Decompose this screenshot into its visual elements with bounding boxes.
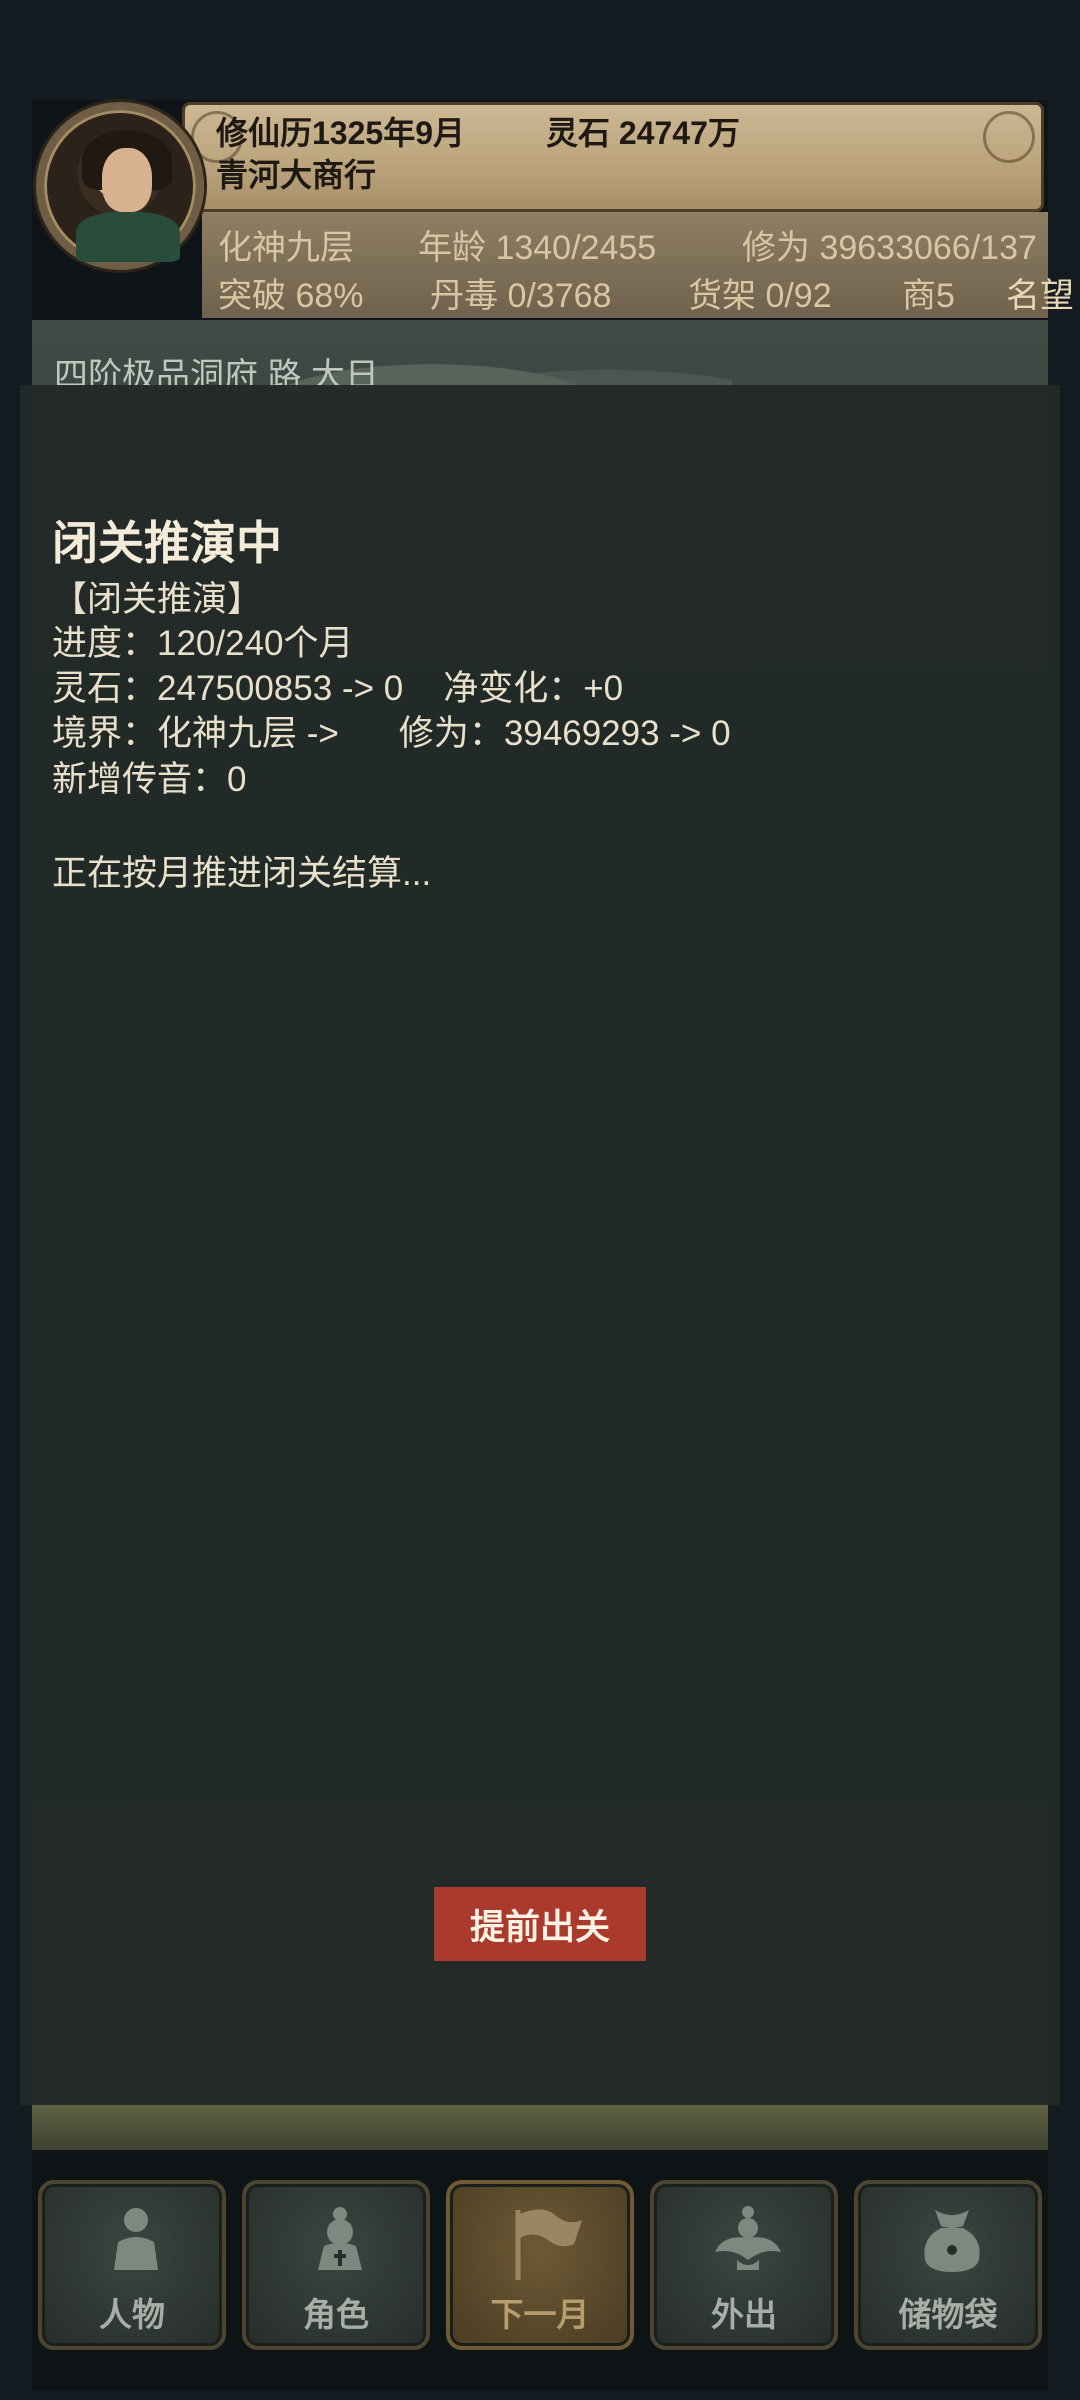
person-icon bbox=[106, 2204, 166, 2274]
nav-storage-button[interactable]: 储物袋 bbox=[854, 2180, 1042, 2350]
cultivation-stat: 修为 39633066/137 bbox=[742, 229, 1037, 267]
nav-label-travel: 外出 bbox=[711, 2296, 777, 2333]
nav-person-button[interactable]: 人物 bbox=[38, 2180, 226, 2350]
nav-label-next-month: 下一月 bbox=[490, 2296, 590, 2333]
nav-next-month-button[interactable]: 下一月 bbox=[446, 2180, 634, 2350]
early-exit-button[interactable]: 提前出关 bbox=[434, 1887, 646, 1961]
travel-icon bbox=[715, 2204, 781, 2274]
new-messages: 新增传音：0 bbox=[52, 760, 247, 799]
age-stat: 年龄 1340/2455 bbox=[418, 229, 657, 267]
dialog-title: 闭关推演中 bbox=[52, 517, 282, 569]
storage-bag-icon bbox=[922, 2204, 982, 2274]
game-screen: 修仙历1325年9月 灵石 24747万 青河大商行 化神九层 年龄 1340/… bbox=[0, 0, 1080, 2400]
nav-label-character: 角色 bbox=[303, 2296, 369, 2333]
status-header: 修仙历1325年9月 灵石 24747万 青河大商行 化神九层 年龄 1340/… bbox=[32, 100, 1074, 320]
reputation-stat: 名望 bbox=[1006, 277, 1074, 315]
breakthrough-stat: 突破 68% bbox=[218, 277, 364, 315]
nav-character-button[interactable]: 角色 bbox=[242, 2180, 430, 2350]
realm-change: 境界：化神九层 -> bbox=[52, 714, 339, 753]
nav-label-storage: 储物袋 bbox=[898, 2296, 998, 2333]
seclusion-dialog: 闭关推演中 【闭关推演】 进度：120/240个月 灵石：247500853 -… bbox=[20, 385, 1060, 2105]
spirit-stone-change: 灵石：247500853 -> 0 bbox=[52, 669, 404, 708]
avatar-face bbox=[102, 148, 152, 212]
realm-line: 境界：化神九层 -> 修为：39469293 -> 0 bbox=[52, 705, 731, 756]
nav-label-person: 人物 bbox=[99, 2296, 165, 2333]
status-text: 正在按月推进闭关结算... bbox=[52, 854, 432, 893]
avatar[interactable] bbox=[36, 102, 204, 270]
realm-stat: 化神九层 bbox=[218, 229, 354, 267]
bottom-nav: 人物 角色 下一月 外出 储物袋 bbox=[32, 2150, 1048, 2390]
pill-toxicity-stat: 丹毒 0/3768 bbox=[430, 277, 612, 315]
flag-icon bbox=[514, 2204, 582, 2280]
nav-travel-button[interactable]: 外出 bbox=[650, 2180, 838, 2350]
avatar-body bbox=[76, 212, 180, 262]
net-change: 净变化：+0 bbox=[443, 669, 624, 708]
character-icon bbox=[310, 2204, 370, 2274]
shelves-stat: 货架 0/92 bbox=[688, 277, 832, 315]
game-date: 修仙历1325年9月 bbox=[216, 115, 465, 151]
cultivation-change: 修为：39469293 -> 0 bbox=[398, 714, 731, 753]
shop-name: 青河大商行 bbox=[216, 157, 377, 193]
spirit-stone-line: 灵石：247500853 -> 0 净变化：+0 bbox=[52, 660, 623, 711]
progress-text: 进度：120/240个月 bbox=[52, 624, 354, 663]
merchant-level-stat: 商5 bbox=[902, 277, 955, 315]
spirit-stones: 灵石 24747万 bbox=[546, 115, 740, 151]
